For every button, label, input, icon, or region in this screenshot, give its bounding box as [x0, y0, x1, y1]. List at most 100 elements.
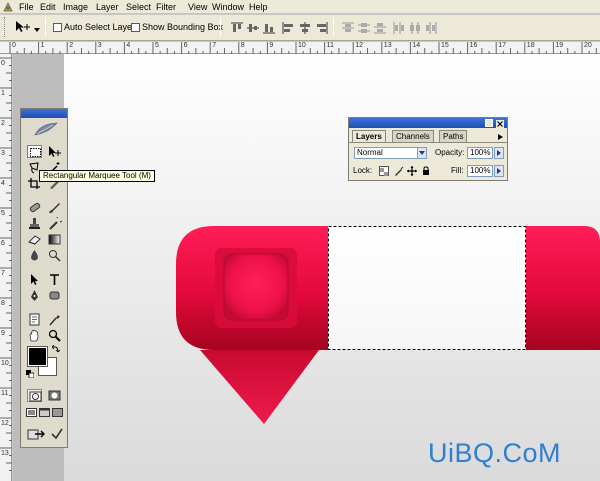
distribute-vertical-centers-icon[interactable]	[357, 22, 371, 34]
pen-tool-icon[interactable]	[27, 289, 42, 302]
move-tool-icon[interactable]	[14, 20, 32, 34]
ruler-number: 19	[555, 42, 564, 49]
ruler-number: 10	[298, 42, 306, 49]
menu-bar: File Edit Image Layer Select Filter View…	[0, 0, 600, 14]
blur-drop-icon[interactable]	[27, 249, 42, 262]
ruler-number: 9	[1, 330, 5, 337]
tab-divider	[349, 142, 507, 143]
menu-select[interactable]: Select	[126, 0, 151, 14]
tab-paths[interactable]: Paths	[439, 130, 468, 142]
options-separator	[45, 18, 46, 36]
ruler-number: 10	[1, 360, 9, 367]
align-right-edges-icon[interactable]	[314, 22, 328, 34]
full-screen-menu-mode-icon[interactable]	[39, 408, 50, 417]
quick-mask-mode-icon[interactable]	[47, 389, 62, 402]
menu-help[interactable]: Help	[249, 0, 268, 14]
jump-to-imageready-icon[interactable]	[27, 427, 47, 441]
standard-screen-mode-icon[interactable]	[26, 408, 37, 417]
fill-arrow-icon[interactable]	[494, 165, 504, 177]
menu-window[interactable]: Window	[212, 0, 244, 14]
tab-layers[interactable]: Layers	[352, 130, 386, 142]
adobe-feather-icon[interactable]	[33, 121, 59, 137]
ruler-number: 12	[355, 42, 363, 49]
fill-input[interactable]: 100%	[467, 165, 493, 177]
distribute-left-edges-icon[interactable]	[392, 22, 406, 34]
align-horizontal-centers-icon[interactable]	[298, 22, 312, 34]
ruler-number: 15	[441, 42, 449, 49]
lock-all-icon[interactable]	[421, 166, 431, 176]
shape-tool-icon[interactable]	[47, 289, 62, 302]
opacity-input[interactable]: 100%	[467, 147, 493, 159]
path-selection-icon[interactable]	[27, 273, 42, 286]
menu-layer[interactable]: Layer	[96, 0, 119, 14]
rectangular-marquee-icon[interactable]	[27, 145, 42, 158]
distribute-horizontal-centers-icon[interactable]	[408, 22, 422, 34]
tools-palette-titlebar[interactable]	[21, 109, 67, 118]
hand-icon[interactable]	[27, 329, 42, 342]
options-bar-grip[interactable]	[4, 17, 8, 37]
brush-icon[interactable]	[47, 201, 62, 214]
ruler-number: 9	[269, 42, 274, 49]
blend-mode-chevron-down-icon[interactable]	[417, 147, 427, 159]
ruler-number: 13	[1, 450, 9, 457]
lock-image-pixels-icon[interactable]	[394, 166, 404, 176]
auto-select-layer-checkbox[interactable]	[53, 23, 62, 32]
menu-view[interactable]: View	[188, 0, 207, 14]
menu-filter[interactable]: Filter	[156, 0, 176, 14]
lock-position-icon[interactable]	[407, 166, 417, 176]
eyedropper-icon[interactable]	[47, 313, 62, 326]
align-vertical-centers-icon[interactable]	[246, 22, 260, 34]
opacity-arrow-icon[interactable]	[494, 147, 504, 159]
healing-brush-icon[interactable]	[27, 201, 42, 214]
tool-tooltip: Rectangular Marquee Tool (M)	[39, 170, 155, 182]
notes-icon[interactable]	[27, 313, 42, 326]
show-bounding-box-checkbox[interactable]	[131, 23, 140, 32]
ruler-number: 0	[12, 42, 16, 49]
foreground-color-swatch[interactable]	[27, 346, 48, 367]
align-left-edges-icon[interactable]	[282, 22, 296, 34]
zoom-icon[interactable]	[47, 329, 62, 342]
tag-right-body	[526, 226, 600, 350]
type-tool-icon[interactable]	[47, 273, 62, 286]
panel-menu-arrow-icon[interactable]	[496, 132, 505, 140]
eraser-icon[interactable]	[27, 233, 42, 246]
layers-panel: Layers Channels Paths Normal Opacity: 10…	[348, 117, 508, 181]
ruler-number: 6	[183, 42, 188, 49]
ruler-number: 4	[126, 42, 131, 49]
lock-transparency-icon[interactable]	[379, 166, 389, 176]
blend-mode-select[interactable]: Normal	[354, 147, 418, 159]
checkmark-icon[interactable]	[50, 427, 64, 441]
ruler-number: 3	[1, 150, 5, 157]
default-colors-icon[interactable]	[26, 369, 35, 379]
minimize-icon[interactable]	[485, 119, 493, 127]
lock-label: Lock:	[353, 166, 373, 175]
white-band	[328, 226, 526, 350]
full-screen-mode-icon[interactable]	[52, 408, 63, 417]
options-separator	[220, 18, 221, 36]
menu-file[interactable]: File	[19, 0, 34, 14]
dodge-icon[interactable]	[47, 249, 62, 262]
distribute-right-edges-icon[interactable]	[424, 22, 438, 34]
standard-mode-icon[interactable]	[27, 389, 42, 402]
ruler-number: 8	[240, 42, 245, 49]
layers-panel-titlebar[interactable]	[349, 118, 507, 128]
show-bounding-box-label: Show Bounding Box	[142, 22, 224, 32]
close-icon[interactable]	[496, 119, 504, 128]
ruler-number: 8	[1, 300, 5, 307]
distribute-top-edges-icon[interactable]	[341, 22, 355, 34]
align-top-edges-icon[interactable]	[230, 22, 244, 34]
tab-channels[interactable]: Channels	[392, 130, 434, 142]
history-brush-icon[interactable]	[47, 217, 62, 230]
menu-edit[interactable]: Edit	[40, 0, 56, 14]
ruler-number: 16	[469, 42, 478, 49]
move-arrow-icon[interactable]	[47, 145, 62, 158]
swap-colors-icon[interactable]	[51, 344, 61, 353]
gradient-icon[interactable]	[47, 233, 62, 246]
clone-stamp-icon[interactable]	[27, 217, 42, 230]
align-bottom-edges-icon[interactable]	[262, 22, 276, 34]
ruler-number: 5	[1, 210, 5, 217]
menu-image[interactable]: Image	[63, 0, 88, 14]
distribute-bottom-edges-icon[interactable]	[373, 22, 387, 34]
vertical-ruler-ticks	[0, 57, 12, 471]
tool-preset-chevron-down-icon[interactable]	[34, 24, 40, 32]
